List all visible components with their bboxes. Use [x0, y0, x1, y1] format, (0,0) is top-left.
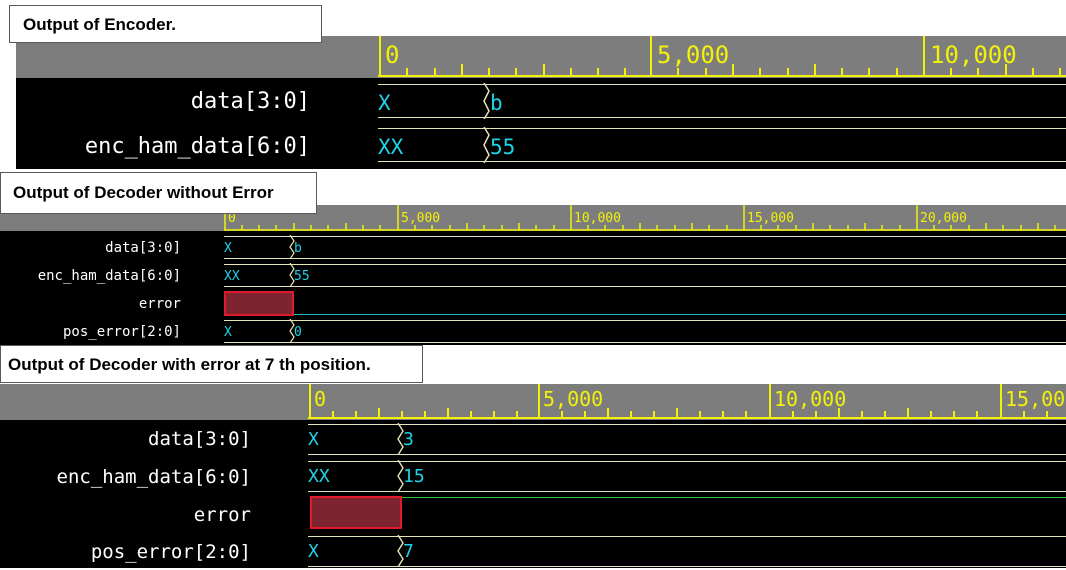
bus-line-top — [224, 320, 1066, 321]
ruler-tick-label: 10,000 — [774, 387, 846, 411]
ruler-tick-label: 5,000 — [543, 387, 603, 411]
decoder-no-error-waveform-panel: 0 5,000 10,000 15,000 20,000 data[3:0] X… — [0, 205, 1066, 345]
signal-initial-value: XX — [308, 466, 330, 487]
bus-line-top — [224, 264, 1066, 265]
ruler-tick-label: 5,000 — [657, 41, 729, 69]
bus-line-bottom — [224, 258, 1066, 259]
signal-name[interactable]: data[3:0] — [0, 428, 251, 450]
bus-line-bottom — [308, 566, 1066, 567]
ruler-svg: 0 5,000 10,000 — [378, 36, 1066, 77]
bus-line-top — [224, 236, 1066, 237]
signal-initial-value: X — [308, 429, 319, 450]
section-caption: Output of Encoder. — [9, 5, 322, 43]
ruler-tick-label: 5,000 — [401, 211, 440, 226]
timeline-ruler[interactable]: 0 5,000 10,000 — [378, 36, 1066, 78]
bus-line-bottom — [224, 286, 1066, 287]
signal-value: b — [294, 241, 302, 256]
timeline-ruler[interactable]: 0 5,000 10,000 15,00 — [308, 384, 1066, 420]
signal-initial-value: X — [308, 541, 319, 562]
signal-name[interactable]: error — [0, 504, 251, 526]
error-undefined-region — [310, 496, 402, 529]
ruler-tick-label: 10,000 — [574, 211, 621, 226]
bus-line-bottom — [308, 491, 1066, 492]
signal-value: 7 — [403, 541, 414, 562]
ruler-tick-label: 20,000 — [920, 211, 967, 226]
signal-value: 15 — [403, 466, 425, 487]
ruler-tick-label: 15,00 — [1005, 387, 1065, 411]
signal-name[interactable]: data[3:0] — [16, 89, 310, 114]
bus-line-top — [308, 461, 1066, 462]
ruler-tick-label: 0 — [385, 41, 399, 69]
bus-line-bottom — [308, 454, 1066, 455]
signal-name[interactable]: enc_ham_data[6:0] — [0, 466, 251, 488]
signal-name[interactable]: data[3:0] — [0, 240, 181, 256]
signal-value: 55 — [294, 269, 310, 284]
ruler-svg: 0 5,000 10,000 15,00 — [308, 384, 1066, 419]
section-caption: Output of Decoder without Error — [0, 172, 317, 214]
signal-value: 55 — [490, 135, 516, 159]
ruler-tick-label: 15,000 — [747, 211, 794, 226]
signal-name[interactable]: enc_ham_data[6:0] — [16, 134, 310, 159]
bus-line-top — [308, 424, 1066, 425]
ruler-tick-label: 10,000 — [930, 41, 1017, 69]
error-signal-low-line — [294, 314, 1066, 315]
signal-value: 0 — [294, 325, 302, 340]
signal-name[interactable]: enc_ham_data[6:0] — [0, 268, 181, 284]
ruler-tick-label: 0 — [314, 387, 326, 411]
signal-name[interactable]: pos_error[2:0] — [0, 541, 251, 563]
ruler-svg: 0 5,000 10,000 15,000 20,000 — [224, 205, 1066, 231]
bus-line-bottom — [224, 342, 1066, 343]
timeline-ruler[interactable]: 0 5,000 10,000 15,000 20,000 — [224, 205, 1066, 231]
decoder-with-error-waveform-panel: 0 5,000 10,000 15,00 data[3:0] X 3 enc_h… — [0, 384, 1066, 568]
encoder-waveform-panel: 0 5,000 10,000 data[3:0] X b enc_ham_dat… — [16, 36, 1066, 169]
signal-initial-value: X — [378, 91, 391, 115]
bus-line-top — [308, 536, 1066, 537]
error-undefined-region — [224, 291, 294, 316]
signal-value: 3 — [403, 429, 414, 450]
signal-initial-value: X — [224, 241, 232, 256]
signal-name[interactable]: error — [0, 296, 181, 312]
signal-name[interactable]: pos_error[2:0] — [0, 324, 181, 340]
error-signal-high-line — [402, 497, 1066, 498]
section-caption: Output of Decoder with error at 7 th pos… — [0, 345, 423, 383]
signal-initial-value: XX — [224, 269, 240, 284]
signal-initial-value: XX — [378, 135, 404, 159]
signal-value: b — [490, 91, 503, 115]
signal-initial-value: X — [224, 325, 232, 340]
